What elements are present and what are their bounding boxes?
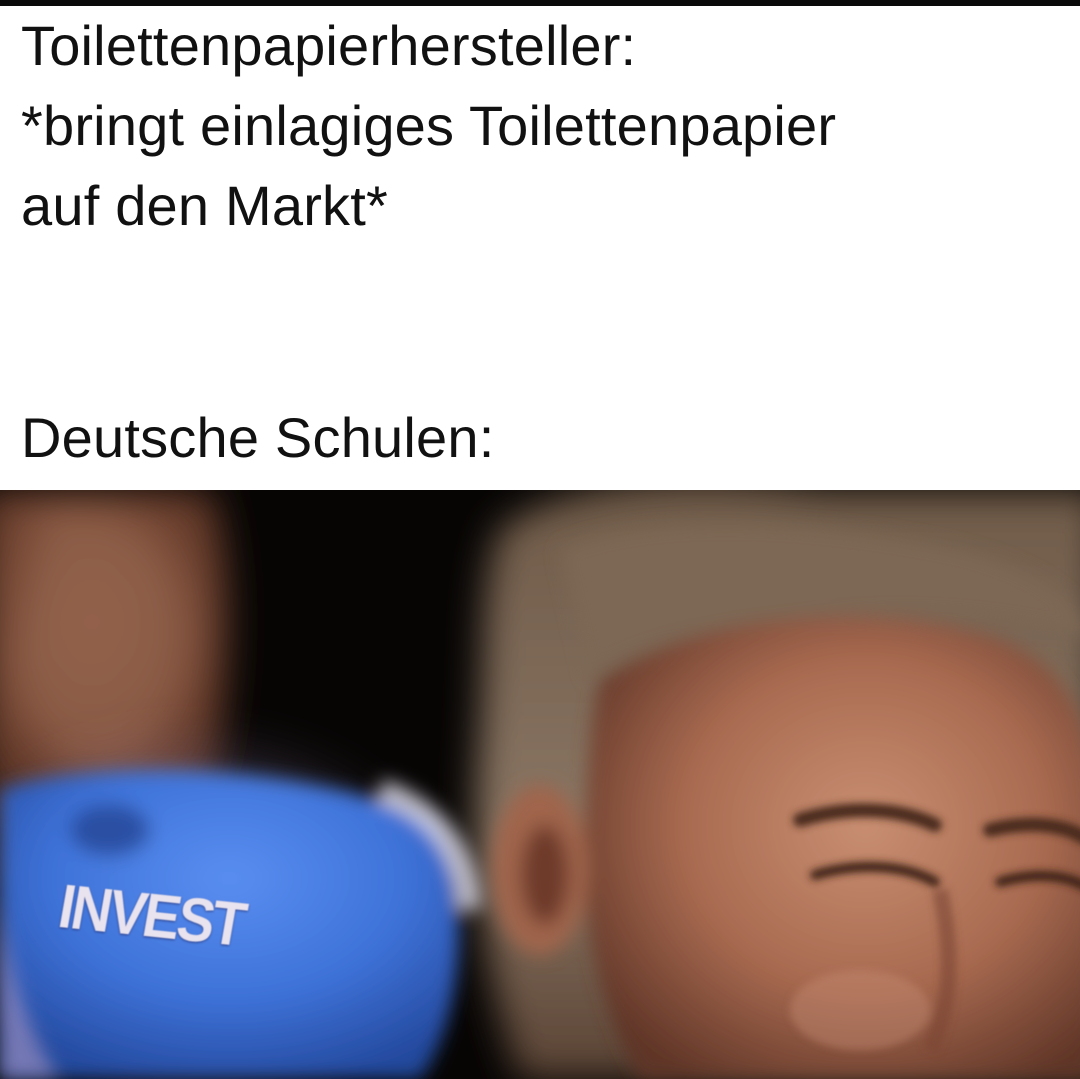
caption-line-1: Toilettenpapierhersteller: (21, 14, 637, 77)
meme-canvas: Toilettenpapierhersteller: *bringt einla… (0, 0, 1080, 1079)
caption-line-2: *bringt einlagiges Toilettenpapier (21, 94, 837, 157)
meme-photo (0, 490, 1080, 1079)
caption-line-4: Deutsche Schulen: (21, 406, 495, 469)
caption-line-3: auf den Markt* (21, 174, 388, 237)
top-border (0, 0, 1080, 6)
man-figure (476, 490, 1080, 1079)
